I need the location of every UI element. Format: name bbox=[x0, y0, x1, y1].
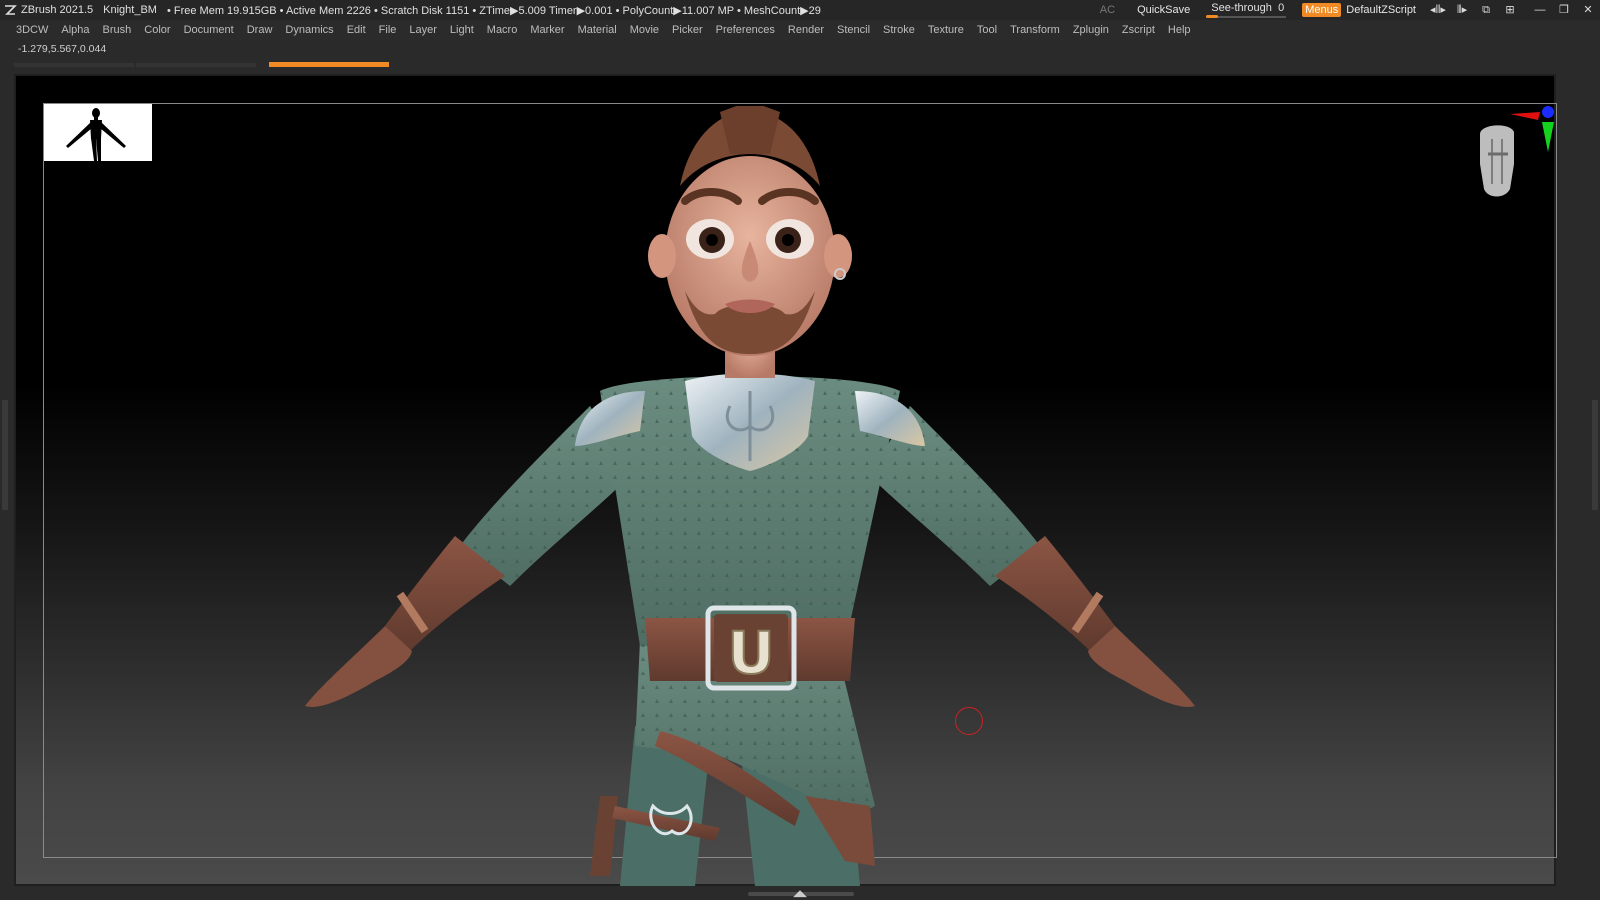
menu-layer[interactable]: Layer bbox=[409, 24, 437, 36]
menu-light[interactable]: Light bbox=[450, 24, 474, 36]
menu-brush[interactable]: Brush bbox=[103, 24, 132, 36]
menu-draw[interactable]: Draw bbox=[247, 24, 273, 36]
silhouette-thumbnail[interactable] bbox=[44, 104, 152, 161]
menu-3dcw[interactable]: 3DCW bbox=[16, 24, 48, 36]
quicksave-button[interactable]: QuickSave bbox=[1137, 4, 1190, 16]
menu-material[interactable]: Material bbox=[578, 24, 617, 36]
menu-color[interactable]: Color bbox=[144, 24, 170, 36]
see-through-slider[interactable]: See-through 0 bbox=[1206, 1, 1287, 19]
belt-buckle-letter: U bbox=[727, 619, 774, 687]
menus-button[interactable]: Menus bbox=[1302, 3, 1342, 17]
coordinate-readout: -1.279,5.567,0.044 bbox=[18, 43, 107, 55]
default-zscript-button[interactable]: DefaultZScript bbox=[1346, 4, 1416, 16]
orientation-gizmo-icon[interactable] bbox=[1470, 104, 1560, 214]
menu-zscript[interactable]: Zscript bbox=[1122, 24, 1155, 36]
close-icon[interactable]: ✕ bbox=[1580, 3, 1596, 17]
progress-bar bbox=[14, 62, 1552, 68]
interface-scale-icon[interactable]: ◂⦀▸ bbox=[1430, 3, 1446, 17]
see-through-value: 0 bbox=[1278, 2, 1285, 14]
zbrush-logo-icon[interactable] bbox=[3, 3, 17, 17]
menu-file[interactable]: File bbox=[379, 24, 397, 36]
menu-alpha[interactable]: Alpha bbox=[61, 24, 89, 36]
menu-marker[interactable]: Marker bbox=[530, 24, 564, 36]
menu-texture[interactable]: Texture bbox=[928, 24, 964, 36]
menu-help[interactable]: Help bbox=[1168, 24, 1191, 36]
see-through-label: See-through bbox=[1211, 2, 1272, 14]
menu-render[interactable]: Render bbox=[788, 24, 824, 36]
menu-movie[interactable]: Movie bbox=[630, 24, 659, 36]
layout-icon[interactable]: ⊞ bbox=[1502, 3, 1518, 17]
left-tray-handle[interactable] bbox=[2, 400, 8, 510]
menu-stencil[interactable]: Stencil bbox=[837, 24, 870, 36]
app-title: ZBrush 2021.5 bbox=[21, 4, 94, 16]
menu-dynamics[interactable]: Dynamics bbox=[285, 24, 333, 36]
ac-toggle[interactable]: AC bbox=[1100, 4, 1115, 16]
menu-macro[interactable]: Macro bbox=[487, 24, 518, 36]
menu-stroke[interactable]: Stroke bbox=[883, 24, 915, 36]
knight-model[interactable]: U bbox=[300, 106, 1200, 886]
menu-picker[interactable]: Picker bbox=[672, 24, 703, 36]
expand-arrows-icon[interactable]: ◢◣ bbox=[790, 888, 810, 898]
right-tray-handle[interactable] bbox=[1592, 400, 1598, 510]
menu-zplugin[interactable]: Zplugin bbox=[1073, 24, 1109, 36]
progress-fill bbox=[269, 62, 389, 67]
title-bar: ZBrush 2021.5 Knight_BM • Free Mem 19.91… bbox=[0, 0, 1600, 20]
menu-edit[interactable]: Edit bbox=[347, 24, 366, 36]
menu-tool[interactable]: Tool bbox=[977, 24, 997, 36]
minimize-icon[interactable]: — bbox=[1532, 3, 1548, 17]
restore-icon[interactable]: ⧉ bbox=[1478, 3, 1494, 17]
brush-cursor bbox=[955, 707, 983, 735]
menu-bar: 3DCW Alpha Brush Color Document Draw Dynamics E… bbox=[0, 20, 1600, 40]
document-name: Knight_BM bbox=[103, 4, 157, 16]
menu-document[interactable]: Document bbox=[184, 24, 234, 36]
menu-preferences[interactable]: Preferences bbox=[716, 24, 775, 36]
memory-stats: • Free Mem 19.915GB • Active Mem 2226 • … bbox=[166, 4, 821, 17]
menu-transform[interactable]: Transform bbox=[1010, 24, 1060, 36]
maximize-icon[interactable]: ❐ bbox=[1556, 3, 1572, 17]
toggle-icon[interactable]: ⦀▸ bbox=[1454, 3, 1470, 17]
see-through-track[interactable] bbox=[1206, 15, 1287, 18]
